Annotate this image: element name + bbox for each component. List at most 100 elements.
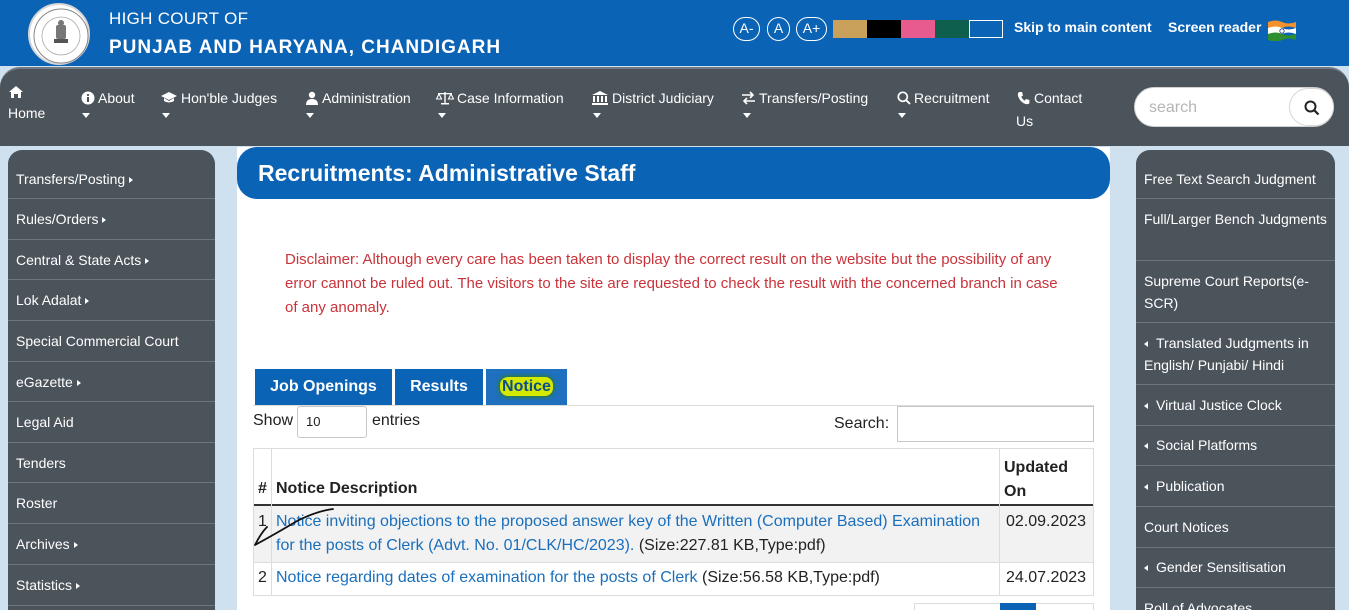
caret-right-icon [76,380,81,386]
sidebar-item-tenders[interactable]: Tenders [8,443,215,483]
sidebar-item-central-state-acts[interactable]: Central & State Acts [8,240,215,280]
nav-judges[interactable]: Hon'ble Judges [160,87,277,118]
col-header-updated-on[interactable]: Updated On [1004,456,1084,504]
sidebar-item-roster[interactable]: Roster [8,483,215,524]
font-normal-button[interactable]: A [767,17,790,41]
sidebar-item-label: Court Notices [1144,519,1229,535]
sidebar-item-label: Central & State Acts [16,252,142,268]
court-emblem-logo[interactable] [28,3,90,65]
table-header-row: # Notice Description Updated On [253,448,1094,506]
table-search-input[interactable] [897,406,1094,442]
sidebar-item-full-bench-judgments[interactable]: Full/Larger Bench Judgments [1136,199,1335,261]
nav-judges-label: Hon'ble Judges [181,90,278,106]
chevron-down-icon [82,113,90,118]
nav-home[interactable]: Home [8,85,45,124]
notice-file-meta: (Size:56.58 KB,Type:pdf) [697,569,880,586]
caret-left-icon [1144,484,1148,490]
skip-to-main-link[interactable]: Skip to main content [1014,19,1152,35]
sidebar-item-lok-adalat[interactable]: Lok Adalat [8,280,215,321]
theme-swatch-pink[interactable] [901,20,935,38]
theme-swatch-gold[interactable] [833,20,867,38]
col-header-description[interactable]: Notice Description [276,480,417,498]
sidebar-item-transfers-posting[interactable]: Transfers/Posting [8,158,215,199]
sidebar-item-virtual-justice-clock[interactable]: Virtual Justice Clock [1136,385,1335,426]
chevron-down-icon [898,113,906,118]
notice-description: Notice regarding dates of examination fo… [276,566,996,590]
nav-district-judiciary[interactable]: District Judiciary [591,87,714,118]
left-sidebar: Transfers/Posting Rules/Orders Central &… [8,150,215,610]
chevron-down-icon [306,113,314,118]
graduation-cap-icon [160,88,178,110]
nav-contact-label: Contact [1034,90,1083,106]
sidebar-item-rules-orders[interactable]: Rules/Orders [8,199,215,240]
sidebar-item-egazette[interactable]: eGazette [8,362,215,402]
sidebar-item-special-commercial-court[interactable]: Special Commercial Court [8,321,215,362]
top-banner: HIGH COURT OF PUNJAB AND HARYANA, CHANDI… [0,0,1349,66]
sidebar-item-label: Rules/Orders [16,211,99,227]
sidebar-item-legal-aid[interactable]: Legal Aid [8,402,215,443]
tab-job-openings[interactable]: Job Openings [255,369,392,405]
nav-administration[interactable]: Administration [304,87,411,118]
theme-swatch-black[interactable] [867,20,901,38]
chevron-down-icon [593,113,601,118]
site-search-button[interactable] [1289,88,1334,126]
sidebar-item-court-notices[interactable]: Court Notices [1136,507,1335,548]
court-name-line1: HIGH COURT OF [109,9,249,28]
sidebar-item-label: Statistics [16,577,73,593]
caret-left-icon [1144,565,1148,571]
sidebar-item-label: Roll of Advocates [1144,600,1253,610]
sidebar-item-supreme-court-reports[interactable]: Supreme Court Reports(e-SCR) [1136,261,1335,323]
caret-right-icon [85,298,90,304]
tab-label: Notice [500,377,553,396]
tab-results[interactable]: Results [395,369,483,405]
caret-right-icon [73,542,78,548]
nav-district-judiciary-label: District Judiciary [612,90,714,106]
sidebar-item-social-platforms[interactable]: Social Platforms [1136,426,1335,466]
nav-contact-label-line2: Us [1016,113,1034,129]
home-icon [9,86,23,98]
screen-reader-link[interactable]: Screen reader [1168,19,1261,35]
pagination-active-page[interactable] [1000,603,1036,610]
sidebar-item-label: Transfers/Posting [16,171,126,187]
sidebar-item-label: eGazette [16,374,73,390]
notice-link[interactable]: Notice inviting objections to the propos… [276,513,980,554]
nav-recruitment-label: Recruitment [914,90,990,106]
right-sidebar: Free Text Search Judgment Full/Larger Be… [1136,150,1335,610]
sidebar-item-gender-sensitisation[interactable]: Gender Sensitisation [1136,548,1335,588]
nav-about[interactable]: About [80,87,135,118]
nav-transfers-posting[interactable]: Transfers/Posting [741,87,868,118]
sidebar-item-label: Social Platforms [1156,437,1258,453]
main-nav: Home About Hon'ble Judges Administration… [0,67,1349,146]
col-header-num[interactable]: # [258,480,267,498]
sidebar-item-translated-judgments[interactable]: Translated Judgments in English/ Punjabi… [1136,323,1335,385]
info-icon [80,88,95,110]
theme-swatch-green[interactable] [935,20,969,38]
sidebar-item-label: Supreme Court Reports(e-SCR) [1144,273,1309,311]
entries-select[interactable]: 10 [297,406,367,438]
font-increase-button[interactable]: A+ [796,17,827,41]
sidebar-item-archives[interactable]: Archives [8,524,215,565]
chevron-down-icon [162,113,170,118]
sidebar-item-roll-of-advocates[interactable]: Roll of Advocates [1136,588,1335,610]
tab-notice[interactable]: Notice [486,369,567,405]
entries-label: entries [372,412,421,429]
phone-icon [1016,88,1031,110]
nav-home-label: Home [8,105,46,121]
site-search-input[interactable] [1149,97,1289,119]
sidebar-item-free-text-search[interactable]: Free Text Search Judgment [1136,158,1335,199]
theme-swatch-blue[interactable] [969,20,1003,38]
page-title: Recruitments: Administrative Staff [237,147,1110,199]
tab-label: Results [410,378,468,395]
nav-transfers-posting-label: Transfers/Posting [759,90,869,106]
sidebar-item-statistics[interactable]: Statistics [8,565,215,606]
nav-contact-us[interactable]: Contact Us [1016,87,1082,132]
sidebar-item-label: Lok Adalat [16,292,82,308]
sidebar-item-label: Translated Judgments in English/ Punjabi… [1144,335,1309,373]
sidebar-item-publication[interactable]: Publication [1136,466,1335,507]
font-decrease-button[interactable]: A- [733,17,760,41]
notice-date: 24.07.2023 [1006,569,1087,586]
caret-left-icon [1144,443,1148,449]
notice-link[interactable]: Notice regarding dates of examination fo… [276,569,698,586]
nav-case-information[interactable]: Case Information [435,87,564,118]
nav-recruitment[interactable]: Recruitment [896,87,989,118]
